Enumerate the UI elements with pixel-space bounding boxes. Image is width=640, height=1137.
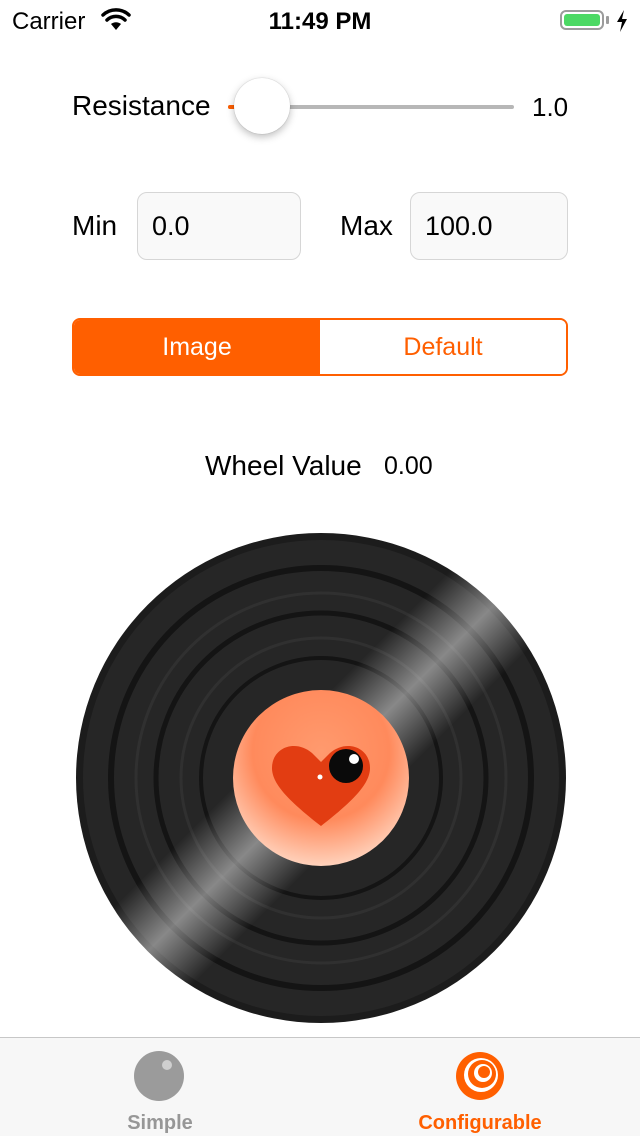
wheel-value-label: Wheel Value xyxy=(205,450,362,481)
spiral-icon xyxy=(456,1052,504,1100)
segment-default[interactable]: Default xyxy=(320,320,566,374)
min-field[interactable] xyxy=(137,192,301,260)
tab-configurable-label: Configurable xyxy=(418,1112,542,1134)
wheel-value: 0.00 xyxy=(384,452,433,480)
resistance-slider-thumb[interactable] xyxy=(234,78,290,134)
min-label: Min xyxy=(72,210,118,241)
battery-icon xyxy=(560,10,604,30)
charging-bolt-icon xyxy=(617,10,627,32)
resistance-value: 1.0 xyxy=(532,92,569,122)
max-label: Max xyxy=(340,210,393,241)
battery-cap xyxy=(606,16,609,24)
wheel-style-segmented-control[interactable]: Image Default xyxy=(72,318,568,376)
vinyl-record-heart-icon[interactable] xyxy=(76,533,566,1023)
tab-configurable[interactable]: Configurable xyxy=(320,1038,640,1137)
ball-icon xyxy=(134,1051,184,1101)
resistance-label: Resistance xyxy=(72,90,211,121)
status-bar: Carrier 11:49 PM xyxy=(0,0,640,40)
tab-simple[interactable]: Simple xyxy=(0,1038,320,1137)
tab-simple-label: Simple xyxy=(127,1112,193,1134)
tab-bar: Simple Configurable xyxy=(0,1037,640,1136)
segment-image[interactable]: Image xyxy=(74,320,320,374)
max-field[interactable] xyxy=(410,192,568,260)
status-time: 11:49 PM xyxy=(268,8,372,35)
